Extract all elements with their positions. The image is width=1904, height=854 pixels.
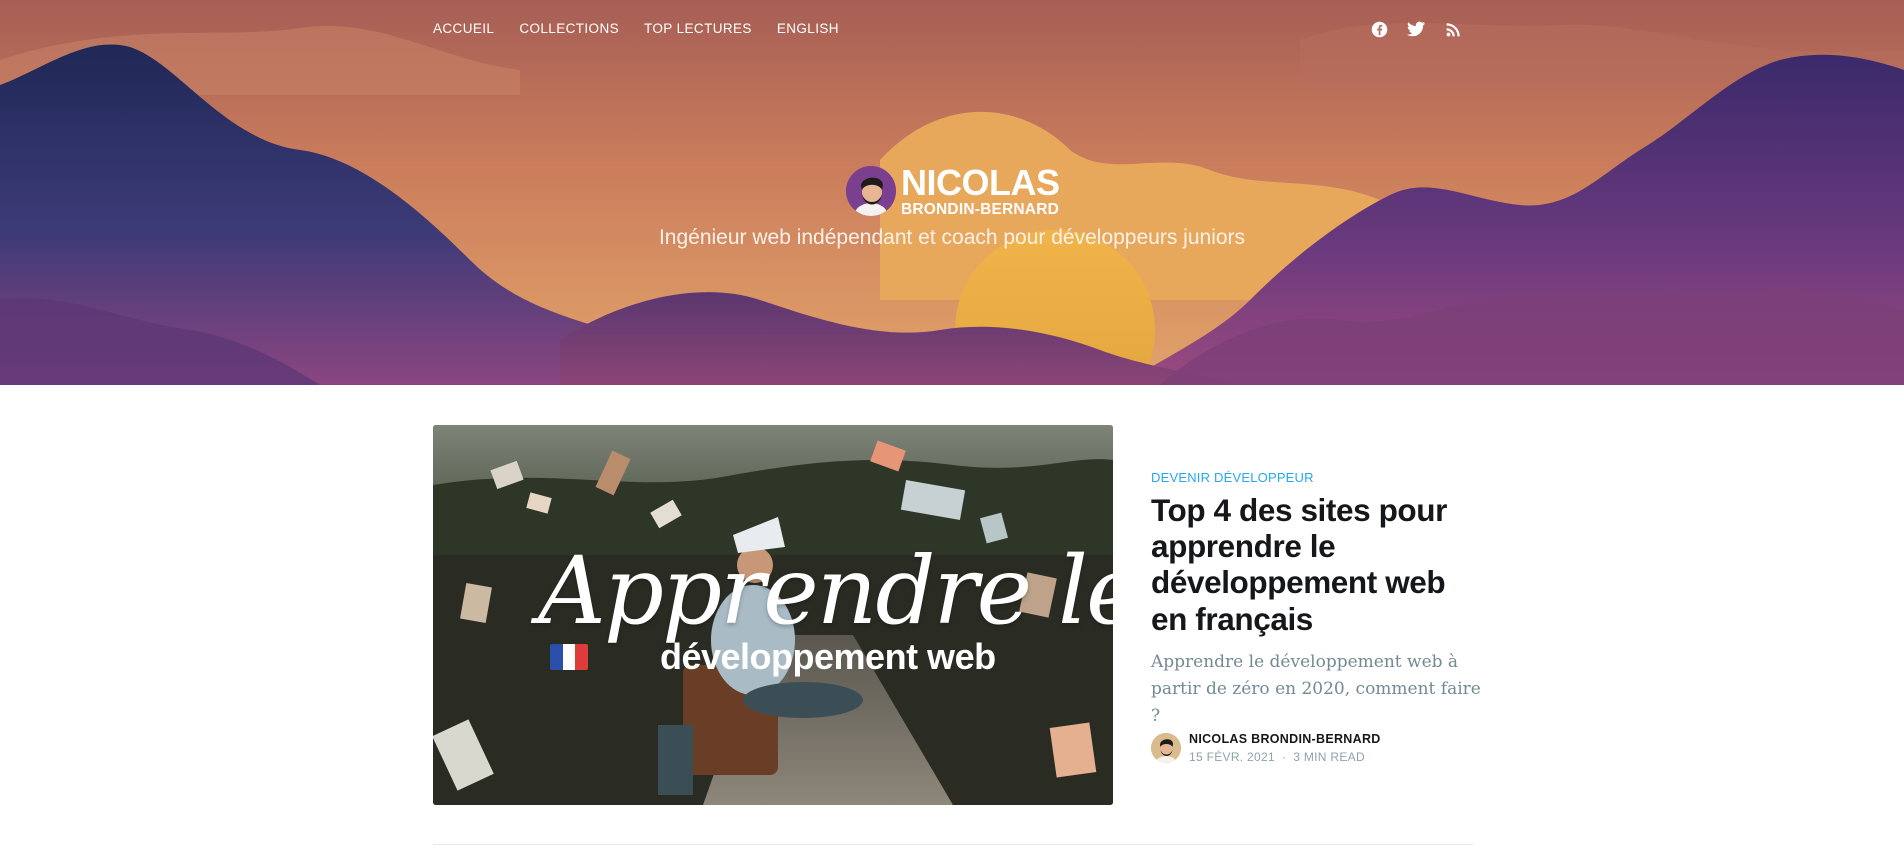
post-author: Nicolas Brondin-Bernard 15 févr. 2021 · 3 … xyxy=(1151,732,1381,764)
facebook-icon[interactable] xyxy=(1370,20,1388,38)
post-meta: 15 févr. 2021 · 3 min read xyxy=(1189,750,1381,764)
reading-time: 3 min read xyxy=(1293,750,1365,764)
author-name[interactable]: Nicolas Brondin-Bernard xyxy=(1189,732,1381,746)
nav-collections[interactable]: Collections xyxy=(519,21,619,36)
logo-first-name: NICOLAS xyxy=(901,161,1060,203)
post-card[interactable]: Apprendre le développement web Devenir d… xyxy=(433,425,1481,805)
main-nav: Accueil Collections Top lectures English xyxy=(433,21,839,36)
post-date: 15 févr. 2021 xyxy=(1189,750,1275,764)
nav-top-lectures[interactable]: Top lectures xyxy=(644,21,752,36)
image-script-text: Apprendre le xyxy=(538,537,1113,646)
logo-last-name: BRONDIN-BERNARD xyxy=(901,200,1059,218)
social-links xyxy=(1370,20,1462,38)
site-tagline: Ingénieur web indépendant et coach pour … xyxy=(658,226,1246,249)
post-title[interactable]: Top 4 des sites pour apprendre le dévelo… xyxy=(1151,492,1481,637)
author-avatar[interactable] xyxy=(1151,733,1181,763)
nav-english[interactable]: English xyxy=(777,21,839,36)
image-sub-text: développement web xyxy=(660,636,996,677)
rss-icon[interactable] xyxy=(1444,20,1462,38)
site-logo[interactable]: NICOLAS BRONDIN-BERNARD xyxy=(846,161,1060,218)
french-flag-icon xyxy=(550,644,588,670)
post-tag[interactable]: Devenir développeur xyxy=(1151,470,1314,485)
image-caption: Apprendre le développement web xyxy=(538,537,1113,678)
post-feature-image[interactable]: Apprendre le développement web xyxy=(433,425,1113,805)
avatar xyxy=(846,166,896,216)
post-excerpt[interactable]: Apprendre le développement web à partir … xyxy=(1151,649,1481,731)
site-header: Accueil Collections Top lectures English… xyxy=(0,0,1904,385)
post-divider xyxy=(433,844,1473,845)
twitter-icon[interactable] xyxy=(1407,20,1425,38)
nav-accueil[interactable]: Accueil xyxy=(433,21,494,36)
meta-separator: · xyxy=(1281,750,1287,764)
